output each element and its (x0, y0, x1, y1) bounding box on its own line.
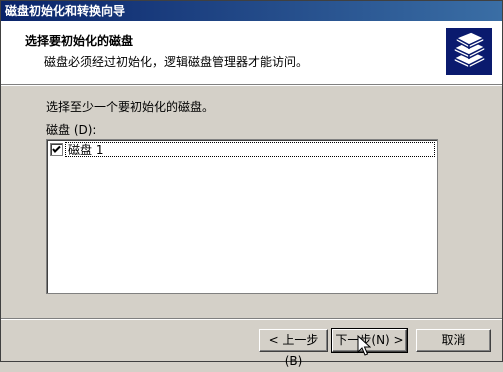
back-button[interactable]: < 上一步(B) (259, 329, 328, 368)
wizard-window: 磁盘初始化和转换向导 选择要初始化的磁盘 磁盘必须经过初始化，逻辑磁盘管理器才能… (0, 0, 503, 368)
disk-stack-icon (446, 28, 492, 75)
window-title: 磁盘初始化和转换向导 (5, 4, 126, 18)
disk-list-label: 磁盘 (D): (46, 123, 97, 137)
footer-divider (1, 318, 502, 320)
disk-checkbox[interactable] (50, 143, 63, 156)
disk-list[interactable]: 磁盘 1 (46, 139, 438, 294)
title-bar: 磁盘初始化和转换向导 (1, 1, 502, 21)
header-subtitle: 磁盘必须经过初始化，逻辑磁盘管理器才能访问。 (44, 55, 309, 69)
header-title: 选择要初始化的磁盘 (25, 34, 134, 48)
header-divider (1, 84, 502, 86)
list-item[interactable]: 磁盘 1 (49, 142, 435, 158)
checkmark-icon (52, 145, 61, 153)
wizard-header: 选择要初始化的磁盘 磁盘必须经过初始化，逻辑磁盘管理器才能访问。 (1, 21, 502, 84)
cancel-button[interactable]: 取消 (416, 329, 491, 352)
instruction-text: 选择至少一个要初始化的磁盘。 (46, 100, 215, 114)
disk-item-label: 磁盘 1 (65, 142, 435, 157)
mouse-cursor-icon (357, 335, 371, 356)
